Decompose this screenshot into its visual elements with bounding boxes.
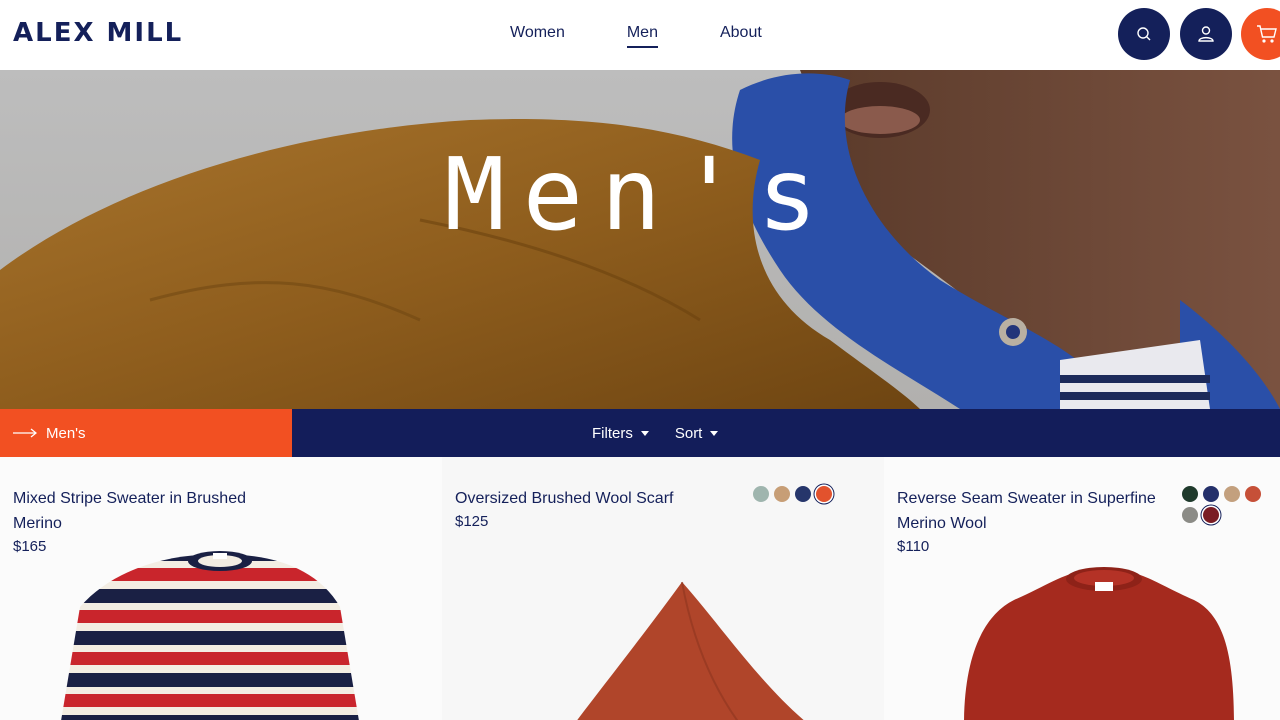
- cart-button[interactable]: [1241, 8, 1280, 60]
- product-name[interactable]: Reverse Seam Sweater in Superfine Merino…: [897, 486, 1167, 536]
- color-swatch[interactable]: [1203, 486, 1219, 502]
- color-swatch[interactable]: [1224, 486, 1240, 502]
- color-swatch[interactable]: [795, 486, 811, 502]
- caret-down-icon: [710, 430, 719, 436]
- category-bar: Men's Filters Sort: [0, 409, 1280, 457]
- color-swatch[interactable]: [774, 486, 790, 502]
- breadcrumb[interactable]: Men's: [0, 409, 292, 457]
- cart-icon: [1257, 25, 1277, 43]
- product-card[interactable]: Oversized Brushed Wool Scarf $125: [442, 457, 884, 720]
- account-button[interactable]: [1180, 8, 1232, 60]
- brand-logo[interactable]: ALEX MILL: [13, 18, 183, 48]
- sort-label: Sort: [674, 424, 703, 442]
- color-swatch[interactable]: [1182, 486, 1198, 502]
- account-icon: [1198, 26, 1214, 42]
- color-swatches: [1182, 486, 1274, 528]
- product-grid: Mixed Stripe Sweater in Brushed Merino $…: [0, 457, 1280, 720]
- search-button[interactable]: [1118, 8, 1170, 60]
- color-swatch[interactable]: [753, 486, 769, 502]
- arrow-right-icon: [13, 425, 38, 442]
- sort-button[interactable]: Sort: [675, 425, 719, 442]
- hero-banner: Men's: [0, 70, 1280, 409]
- filters-button[interactable]: Filters: [592, 425, 649, 442]
- color-swatch[interactable]: [1203, 507, 1219, 523]
- product-image: [964, 567, 1234, 720]
- color-swatch[interactable]: [1182, 507, 1198, 523]
- filters-label: Filters: [592, 424, 633, 442]
- nav-item-women[interactable]: Women: [510, 24, 565, 48]
- color-swatches: [753, 486, 845, 507]
- color-swatch[interactable]: [816, 486, 832, 502]
- hero-title: Men's: [444, 136, 836, 253]
- nav-item-about[interactable]: About: [720, 24, 762, 48]
- product-name[interactable]: Mixed Stripe Sweater in Brushed Merino: [13, 486, 283, 536]
- product-name[interactable]: Oversized Brushed Wool Scarf: [455, 486, 725, 511]
- search-icon: [1137, 27, 1151, 41]
- main-nav: Women Men About: [510, 24, 824, 48]
- caret-down-icon: [640, 430, 649, 436]
- site-header: ALEX MILL Women Men About: [0, 0, 1280, 70]
- filter-sort-group: Filters Sort: [592, 409, 744, 457]
- breadcrumb-label: Men's: [46, 424, 86, 442]
- product-image: [577, 581, 804, 720]
- nav-item-men[interactable]: Men: [626, 24, 658, 48]
- product-card[interactable]: Reverse Seam Sweater in Superfine Merino…: [884, 457, 1280, 720]
- product-price: $125: [455, 513, 489, 530]
- product-image: [61, 551, 359, 720]
- product-price: $110: [897, 538, 930, 555]
- color-swatch[interactable]: [1245, 486, 1261, 502]
- product-card[interactable]: Mixed Stripe Sweater in Brushed Merino $…: [0, 457, 442, 720]
